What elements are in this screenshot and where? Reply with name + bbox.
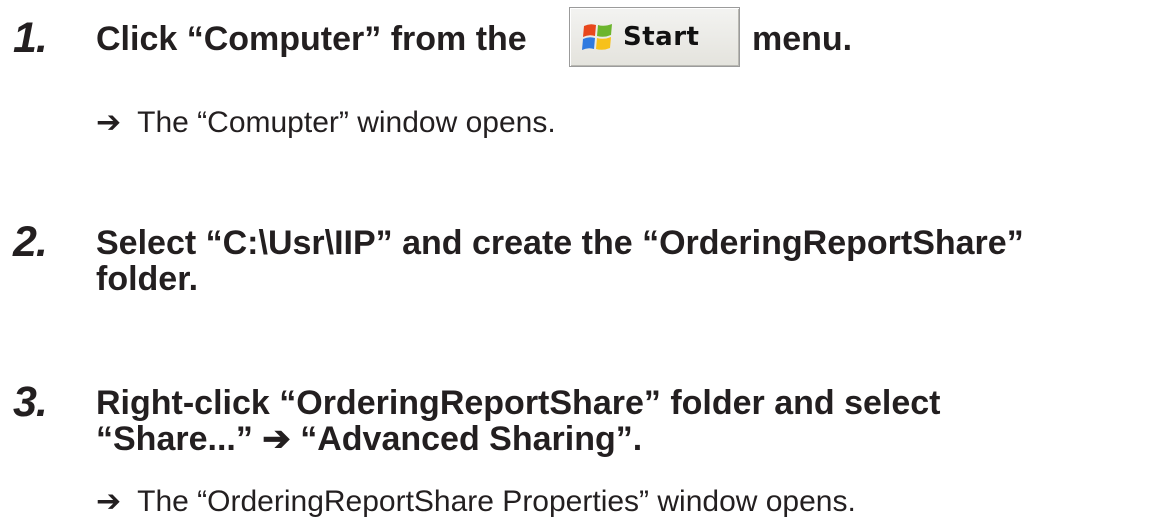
result-arrow-icon: ➔: [96, 105, 122, 140]
step-1-result: ➔ The “Comupter” window opens.: [96, 108, 556, 138]
start-label: Start: [623, 22, 700, 52]
windows-flag-icon: [582, 24, 612, 50]
step-3-result-text: The “OrderingReportShare Properties” win…: [137, 485, 856, 518]
step-2-text-line1: Select “C:\Usr\IIP” and create the “Orde…: [96, 224, 1024, 262]
step-3-result: ➔ The “OrderingReportShare Properties” wi…: [96, 487, 856, 517]
start-button[interactable]: Start: [569, 7, 740, 67]
step-1-text-after: menu.: [752, 20, 853, 58]
step-3-text-line1: Right-click “OrderingReportShare” folder…: [96, 384, 941, 422]
step-number-3: 3.: [13, 378, 48, 426]
step-2-text-line2: folder.: [96, 260, 199, 298]
step-number-1: 1.: [13, 14, 48, 62]
step-number-2: 2.: [13, 218, 48, 266]
step-1-result-text: The “Comupter” window opens.: [137, 106, 556, 139]
step-1-text: Click “Computer” from the: [96, 20, 527, 58]
result-arrow-icon: ➔: [96, 484, 122, 519]
step-3-text-line2: “Share...” ➔ “Advanced Sharing”.: [96, 420, 643, 458]
